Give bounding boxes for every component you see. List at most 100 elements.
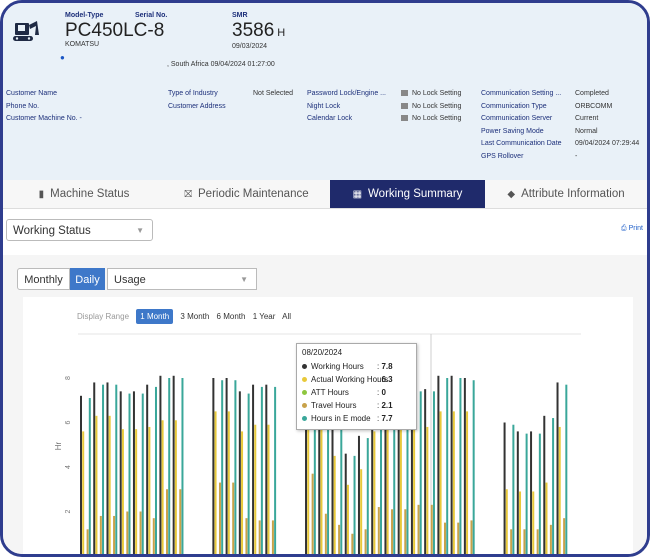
bar-hours-in-e-mode (512, 424, 515, 554)
tooltip-value: : 7.8 (377, 362, 393, 371)
bar-actual-working-hours (108, 415, 111, 554)
bar-working-hours (238, 391, 241, 554)
tooltip-value: : 7.7 (377, 414, 393, 423)
tooltip-name: Hours in E mode (311, 414, 371, 423)
bar-working-hours (132, 391, 135, 554)
bar-working-hours (556, 382, 559, 554)
bar-travel-hours (113, 515, 116, 554)
bar-travel-hours (377, 507, 380, 554)
bar-working-hours (437, 375, 440, 554)
bar-travel-hours (417, 504, 420, 554)
series-dot (302, 390, 307, 395)
bar-travel-hours (404, 509, 407, 554)
bar-actual-working-hours (386, 415, 389, 554)
y-tick-label: 6 (65, 420, 72, 424)
bar-working-hours (530, 431, 533, 554)
bar-working-hours (450, 375, 453, 554)
bar-actual-working-hours (307, 418, 310, 554)
bar-working-hours (344, 453, 347, 554)
bar-actual-working-hours (227, 411, 230, 554)
bar-actual-working-hours (174, 420, 177, 554)
tooltip-value: : 2.1 (377, 401, 393, 410)
y-tick-label: 2 (65, 509, 72, 513)
bar-working-hours (503, 422, 506, 554)
bar-hours-in-e-mode (88, 398, 91, 554)
bar-hours-in-e-mode (102, 384, 105, 554)
bar-actual-working-hours (135, 429, 138, 554)
bar-actual-working-hours (95, 415, 98, 554)
working-hours-chart: 02468Hr (54, 333, 581, 554)
bar-actual-working-hours (346, 484, 349, 554)
tooltip-row: Actual Working Hours: 6.3 (302, 373, 411, 386)
bar-hours-in-e-mode (168, 378, 171, 554)
bar-actual-working-hours (532, 491, 535, 554)
bar-travel-hours (549, 524, 552, 554)
bar-hours-in-e-mode (525, 433, 528, 554)
bar-hours-in-e-mode (274, 386, 277, 554)
bar-working-hours (424, 389, 427, 554)
bar-working-hours (159, 375, 162, 554)
bar-travel-hours (324, 513, 327, 554)
bar-actual-working-hours (267, 424, 270, 554)
bar-hours-in-e-mode (181, 378, 184, 554)
bar-travel-hours (126, 511, 129, 554)
bar-actual-working-hours (505, 489, 508, 554)
bar-actual-working-hours (161, 420, 164, 554)
bar-actual-working-hours (320, 429, 323, 554)
bar-working-hours (357, 435, 360, 554)
bar-actual-working-hours (214, 411, 217, 554)
bar-working-hours (212, 378, 215, 554)
tooltip-value: : 0 (377, 388, 386, 397)
bar-actual-working-hours (439, 411, 442, 554)
bar-working-hours (146, 384, 149, 554)
bar-hours-in-e-mode (538, 433, 541, 554)
bar-actual-working-hours (558, 426, 561, 554)
bar-actual-working-hours (241, 431, 244, 554)
bar-working-hours (265, 384, 268, 554)
tooltip-row: Travel Hours: 2.1 (302, 399, 411, 412)
bar-working-hours (516, 431, 519, 554)
bar-hours-in-e-mode (128, 393, 131, 554)
bar-travel-hours (311, 473, 314, 554)
bar-travel-hours (258, 520, 261, 554)
bar-travel-hours (536, 529, 539, 554)
bar-travel-hours (457, 522, 460, 554)
bar-travel-hours (139, 511, 142, 554)
bar-working-hours (106, 382, 109, 554)
bar-hours-in-e-mode (260, 386, 263, 554)
bar-working-hours (172, 375, 175, 554)
tooltip-row: Hours in E mode : 7.7 (302, 412, 411, 425)
bar-travel-hours (86, 529, 89, 554)
tooltip-name: ATT Hours (311, 388, 349, 397)
bar-hours-in-e-mode (419, 391, 422, 554)
bar-hours-in-e-mode (472, 380, 475, 554)
bar-travel-hours (152, 518, 155, 554)
bar-hours-in-e-mode (340, 418, 343, 554)
bar-working-hours (543, 415, 546, 554)
bar-travel-hours (443, 522, 446, 554)
bar-working-hours (463, 378, 466, 554)
bar-hours-in-e-mode (459, 378, 462, 554)
bar-actual-working-hours (82, 431, 85, 554)
bar-hours-in-e-mode (432, 391, 435, 554)
bar-actual-working-hours (333, 455, 336, 554)
bar-actual-working-hours (545, 482, 548, 554)
bar-travel-hours (218, 482, 221, 554)
bar-actual-working-hours (373, 431, 376, 554)
bar-travel-hours (245, 518, 248, 554)
bar-hours-in-e-mode (247, 393, 250, 554)
bar-travel-hours (338, 524, 341, 554)
bar-hours-in-e-mode (234, 380, 237, 554)
bar-actual-working-hours (519, 491, 522, 554)
y-tick-label: 8 (65, 376, 72, 380)
bar-hours-in-e-mode (221, 380, 224, 554)
bar-hours-in-e-mode (154, 386, 157, 554)
bar-travel-hours (271, 520, 274, 554)
bar-actual-working-hours (426, 426, 429, 554)
bar-hours-in-e-mode (446, 378, 449, 554)
bar-hours-in-e-mode (353, 455, 356, 554)
tooltip-row: Working Hours: 7.8 (302, 360, 411, 373)
bar-working-hours (119, 391, 122, 554)
tooltip-value: : 6.3 (377, 375, 393, 384)
series-dot (302, 364, 307, 369)
